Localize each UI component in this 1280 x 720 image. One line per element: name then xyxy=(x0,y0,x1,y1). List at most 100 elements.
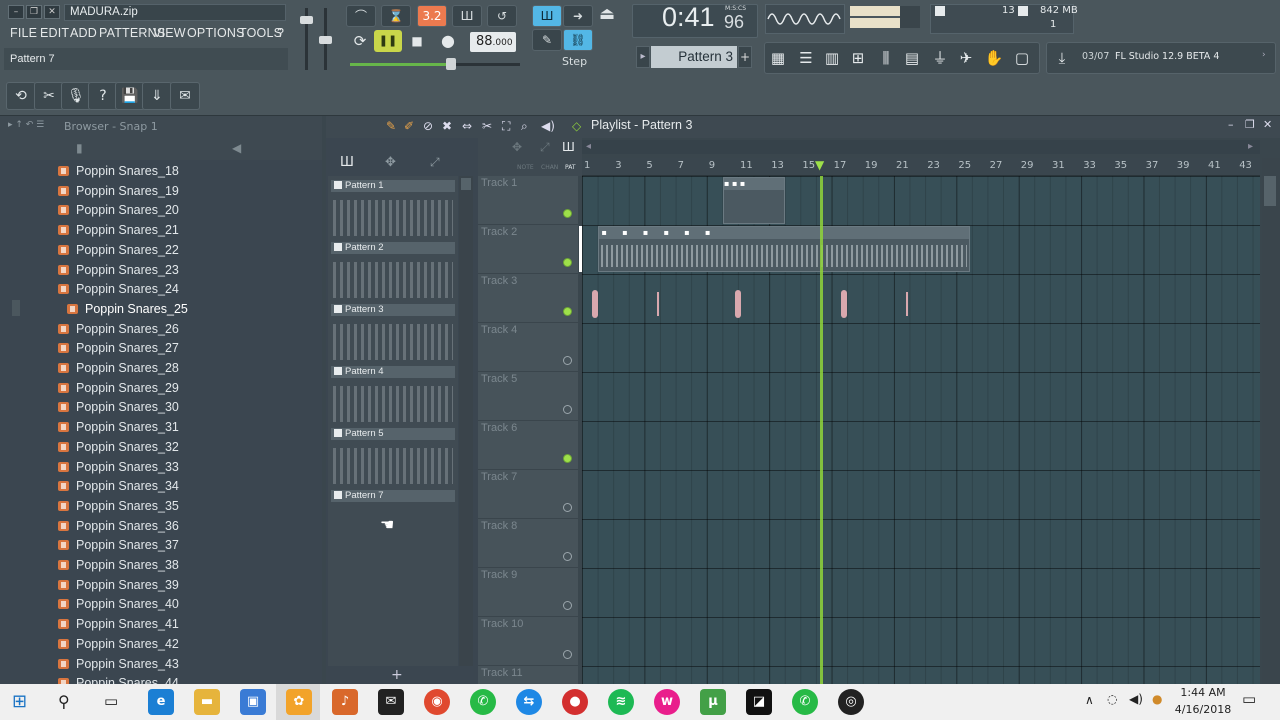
pattern-item[interactable]: Pattern 1 xyxy=(331,180,455,242)
pattern-prev-icon[interactable]: ▸ xyxy=(636,46,650,68)
add-pattern-button[interactable]: + xyxy=(391,667,403,683)
slider-handle[interactable] xyxy=(300,16,313,24)
whatsapp-2-icon[interactable]: ✆ xyxy=(792,689,818,715)
playback-icon[interactable]: ◀) xyxy=(541,119,555,133)
track-header[interactable]: Track 9 xyxy=(478,568,578,617)
piano-roll-icon[interactable]: ▥ xyxy=(820,45,844,71)
record-app-icon[interactable]: ● xyxy=(562,689,588,715)
menu-help[interactable]: ? xyxy=(277,26,284,40)
pattern-item[interactable]: Pattern 4 xyxy=(331,366,455,428)
audio-clip[interactable] xyxy=(841,290,847,318)
track-header[interactable]: Track 6 xyxy=(478,421,578,470)
horizontal-scrollbar[interactable] xyxy=(582,140,1260,154)
browser-item[interactable]: Poppin Snares_35 xyxy=(58,497,318,516)
spotify-icon[interactable]: ≋ xyxy=(608,689,634,715)
browser-item[interactable]: Poppin Snares_36 xyxy=(58,517,318,536)
tray-expand-icon[interactable]: ∧ xyxy=(1085,693,1094,707)
move-icon[interactable]: ✥ xyxy=(385,155,396,170)
position-handle[interactable] xyxy=(446,58,456,70)
browser-item[interactable]: Poppin Snares_42 xyxy=(58,635,318,654)
audio-clip[interactable] xyxy=(906,292,908,316)
track-mute-icon[interactable] xyxy=(563,503,572,512)
mute-icon[interactable]: ✖ xyxy=(442,119,452,133)
minimize-icon[interactable]: – xyxy=(8,5,24,19)
metronome-bell-icon[interactable]: ⏏ xyxy=(594,4,620,30)
browser-item[interactable]: Poppin Snares_33 xyxy=(58,458,318,477)
browser-item[interactable]: Poppin Snares_32 xyxy=(58,438,318,457)
close-icon[interactable]: ✕ xyxy=(44,5,60,19)
song-position-bar[interactable] xyxy=(350,63,456,66)
browser-item[interactable]: Poppin Snares_21 xyxy=(58,221,318,240)
picker-scroll-handle[interactable] xyxy=(461,178,471,190)
minimize-icon[interactable]: – xyxy=(1228,118,1234,131)
track-mute-icon[interactable] xyxy=(563,552,572,561)
browser-icon[interactable]: ▤ xyxy=(900,45,924,71)
pattern-clip[interactable]: ▪ ▪ ▪ xyxy=(723,177,785,224)
slider-handle[interactable] xyxy=(319,36,332,44)
add-pattern-icon[interactable]: + xyxy=(738,46,752,68)
info-icon[interactable]: ▢ xyxy=(1010,45,1034,71)
download-icon[interactable]: ⤓ xyxy=(1050,45,1074,71)
track-header[interactable]: Track 1 xyxy=(478,176,578,225)
select-icon[interactable]: ⛶ xyxy=(502,119,510,134)
track-header[interactable]: Track 3 xyxy=(478,274,578,323)
playhead-marker-icon[interactable]: ▼ xyxy=(815,158,824,172)
step-edit-icon[interactable]: Ш xyxy=(452,5,482,27)
task-view-icon[interactable]: ▭ xyxy=(104,692,118,710)
piano-roll-icon[interactable]: Ш xyxy=(562,140,575,154)
close-icon[interactable]: ✕ xyxy=(1263,118,1272,131)
browser-item[interactable]: Poppin Snares_38 xyxy=(58,556,318,575)
track-header[interactable]: Track 8 xyxy=(478,519,578,568)
pattern-clip[interactable]: ▪ ▪ ▪ ▪ ▪ ▪ xyxy=(598,226,970,272)
cut-icon[interactable]: ✂ xyxy=(34,82,64,110)
browser-item[interactable]: Poppin Snares_27 xyxy=(58,339,318,358)
browser-item[interactable]: Poppin Snares_19 xyxy=(58,182,318,201)
stop-icon[interactable]: ■ xyxy=(404,30,430,52)
vertical-scrollbar[interactable] xyxy=(1262,158,1280,684)
curve-icon[interactable]: ⤢ xyxy=(430,155,440,170)
browser-item[interactable]: Poppin Snares_20 xyxy=(58,201,318,220)
browser-item[interactable]: Poppin Snares_18 xyxy=(58,162,318,181)
browser-item[interactable]: Poppin Snares_29 xyxy=(58,379,318,398)
link-icon[interactable]: ⛓ xyxy=(563,29,593,51)
export-icon[interactable]: ⇓ xyxy=(142,82,172,110)
microphone-icon[interactable]: 🎙 xyxy=(61,82,91,110)
clock-date[interactable]: 4/16/2018 xyxy=(1170,703,1236,716)
mail-icon[interactable]: ✉ xyxy=(378,689,404,715)
browser-item[interactable]: Poppin Snares_31 xyxy=(58,418,318,437)
track-mute-icon[interactable] xyxy=(563,209,572,218)
metronome-icon[interactable]: ⌒ xyxy=(346,5,376,27)
track-mute-icon[interactable] xyxy=(563,258,572,267)
track-header[interactable]: Track 5 xyxy=(478,372,578,421)
piano-icon[interactable]: Ш xyxy=(340,155,354,170)
whatsapp-icon[interactable]: ✆ xyxy=(470,689,496,715)
typing-keyboard-icon[interactable]: Ш xyxy=(532,5,562,27)
wait-input-icon[interactable]: ⌛ xyxy=(381,5,411,27)
browser-item[interactable]: Poppin Snares_37 xyxy=(58,536,318,555)
utorrent-icon[interactable]: μ xyxy=(700,689,726,715)
paint-icon[interactable]: ✐ xyxy=(404,119,414,133)
pattern-selector[interactable]: Pattern 3 xyxy=(651,46,737,68)
play-icon[interactable]: ❚❚ xyxy=(374,30,402,52)
file-explorer-icon[interactable]: ▬ xyxy=(194,689,220,715)
menu-edit[interactable]: EDIT xyxy=(40,26,69,40)
track-mute-icon[interactable] xyxy=(563,650,572,659)
mixer-icon[interactable]: ⫼ xyxy=(874,45,898,71)
windows-start-icon[interactable]: ⊞ xyxy=(12,691,27,712)
news-next-icon[interactable]: › xyxy=(1262,50,1266,60)
render-icon[interactable]: ✋ xyxy=(982,45,1006,71)
tempo-tap-icon[interactable]: ✈ xyxy=(954,45,978,71)
song-mode-icon[interactable]: ⟳ xyxy=(346,30,374,52)
edge-icon[interactable]: e xyxy=(148,689,174,715)
pattern-item[interactable]: Pattern 5 xyxy=(331,428,455,490)
audio-clip[interactable] xyxy=(592,290,598,318)
teamviewer-icon[interactable]: ⇆ xyxy=(516,689,542,715)
tempo-display[interactable]: 88.000 xyxy=(470,32,516,52)
track-header[interactable]: Track 2 xyxy=(478,225,578,274)
channel-rack-icon[interactable]: ☰ xyxy=(794,45,818,71)
browser-item-selected[interactable]: Poppin Snares_25 xyxy=(67,300,327,319)
zoom-icon[interactable]: ⌕ xyxy=(521,119,528,134)
scroll-right-icon[interactable]: ▸ xyxy=(1248,141,1253,152)
pattern-item[interactable]: Pattern 3 xyxy=(331,304,455,366)
editor-icon[interactable]: ◪ xyxy=(746,689,772,715)
